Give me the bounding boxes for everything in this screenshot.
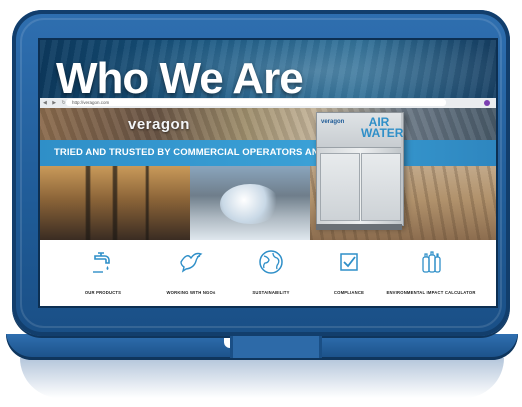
machine-brand: veragon [321,119,345,125]
machine-label: AIR WATER [361,115,404,140]
feature-label: OUR PRODUCTS [84,290,122,295]
feature-label: WORKING WITH NGOs [166,290,216,295]
dove-icon [180,252,203,273]
machine-header: veragon AIR WATER [317,113,404,148]
feature-environmental-impact-calculator[interactable]: ENVIRONMENTAL IMPACT CALCULATOR [386,248,476,295]
feature-sustainability[interactable]: SUSTAINABILITY [226,248,316,295]
globe-icon [259,250,283,274]
laptop-screen: Who We Are ◀ ▶ ↻ http://veragon.com vera… [40,40,496,306]
laptop-reflection [20,358,504,398]
address-bar[interactable]: http://veragon.com [66,99,446,106]
feature-label: SUSTAINABILITY [252,290,290,295]
browser-nav-icon[interactable]: ◀ ▶ ↻ [43,100,68,106]
header-photo [40,108,496,140]
bottles-icon [422,251,441,273]
feature-working-with-ngos[interactable]: WORKING WITH NGOs [146,248,236,295]
feature-compliance[interactable]: COMPLIANCE [304,248,394,295]
water-pipe-photo [190,166,310,240]
checkbox-icon [340,253,358,271]
laptop-hinge [230,336,322,358]
machine-base [316,224,402,230]
machine-panel-left [320,153,360,221]
feature-label: ENVIRONMENTAL IMPACT CALCULATOR [386,290,476,295]
feature-our-products[interactable]: OUR PRODUCTS [58,248,148,295]
profile-icon[interactable] [484,100,490,106]
site-logo[interactable]: veragon [128,116,190,133]
page-title: Who We Are [56,54,304,103]
feature-label: COMPLIANCE [333,290,365,295]
airwater-machine-image: veragon AIR WATER [316,112,404,226]
machine-panel-right [361,153,401,221]
feature-links: OUR PRODUCTS WORKING WITH NGOs SUSTAINAB… [40,240,496,306]
water-tap-icon [93,252,110,273]
oil-platform-photo [40,166,190,240]
